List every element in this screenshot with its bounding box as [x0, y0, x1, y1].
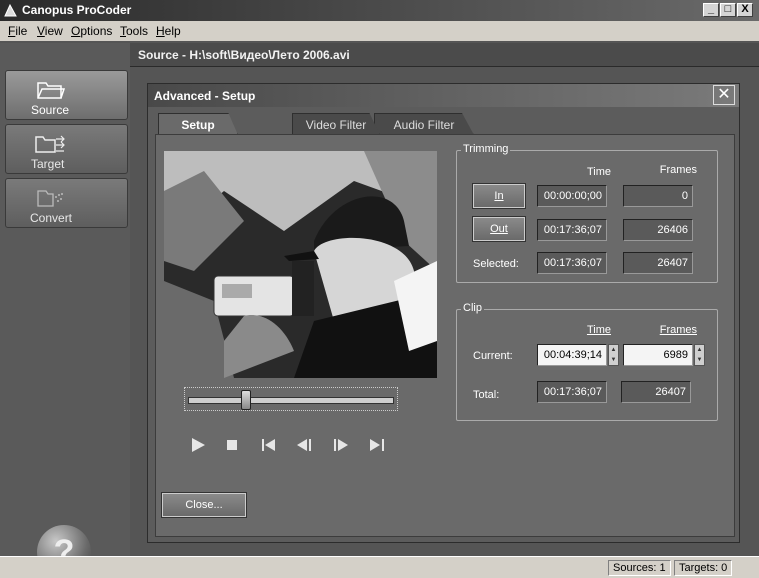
tab-video-filter[interactable]: Video Filter	[292, 113, 380, 135]
clip-frames-header: Frames	[659, 324, 697, 336]
close-window-button[interactable]: X	[737, 3, 753, 17]
in-time-field: 00:00:00;00	[537, 185, 607, 207]
window-title: Canopus ProCoder	[22, 3, 132, 17]
clip-time-header: Time	[586, 324, 611, 336]
sidebar-item-target[interactable]: Target	[5, 124, 128, 174]
tab-setup[interactable]: Setup	[158, 113, 238, 135]
video-frame-image	[164, 151, 437, 378]
out-button[interactable]: Out	[472, 216, 526, 242]
tab-audio-filter[interactable]: Audio Filter	[374, 113, 474, 135]
total-time-field: 00:17:36;07	[537, 381, 607, 403]
sidebar-label-target: Target	[31, 157, 65, 171]
convert-icon	[37, 190, 63, 207]
maximize-button[interactable]: □	[720, 3, 736, 17]
step-back-icon[interactable]	[296, 437, 314, 453]
sidebar-label-convert: Convert	[30, 211, 73, 225]
skip-to-end-icon[interactable]	[368, 437, 386, 453]
current-label: Current:	[473, 350, 513, 362]
current-time-spinner[interactable]: ▲ ▼	[608, 344, 619, 366]
total-frames-field: 26407	[621, 381, 691, 403]
total-label: Total:	[473, 389, 500, 401]
menu-file[interactable]: File	[8, 24, 27, 38]
sidebar-item-source[interactable]: Source	[5, 70, 128, 120]
seek-thumb[interactable]	[240, 390, 251, 410]
folder-icon	[37, 82, 65, 99]
selected-label: Selected:	[473, 258, 519, 270]
sidebar: Source Target Convert ?	[0, 43, 130, 578]
menu-options[interactable]: Options	[71, 24, 112, 38]
trimming-group: Trimming Time Frames In 00:00:00;00 0 Ou…	[456, 143, 718, 283]
close-dialog-button[interactable]: Close...	[161, 492, 247, 518]
trimming-time-header: Time	[586, 166, 611, 178]
app-icon	[4, 4, 17, 17]
sidebar-label-source: Source	[31, 103, 70, 117]
sources-count: Sources: 1	[608, 560, 671, 576]
out-frames-field: 26406	[623, 219, 693, 241]
in-button[interactable]: In	[472, 183, 526, 209]
stop-icon[interactable]	[224, 437, 242, 453]
setup-panel: Trimming Time Frames In 00:00:00;00 0 Ou…	[155, 134, 735, 537]
menu-bar: File View Options Tools Help	[0, 21, 759, 41]
in-frames-field: 0	[623, 185, 693, 207]
source-path-bar: Source - H:\soft\Видео\Лето 2006.avi	[130, 43, 759, 67]
folder-arrows-icon	[35, 135, 65, 153]
dialog-close-button[interactable]: ✕	[713, 85, 735, 105]
minimize-button[interactable]: _	[703, 3, 719, 17]
selected-frames-field: 26407	[623, 252, 693, 274]
clip-title: Clip	[461, 302, 484, 314]
play-icon[interactable]	[189, 437, 207, 453]
advanced-setup-dialog: Advanced - Setup ✕ Audio Filter Video Fi…	[147, 83, 740, 543]
selected-time-field: 00:17:36;07	[537, 252, 607, 274]
current-time-input[interactable]: 00:04:39;14	[537, 344, 607, 366]
trimming-frames-header: Frames	[659, 164, 697, 176]
current-frames-spinner[interactable]: ▲ ▼	[694, 344, 705, 366]
clip-group: Clip Time Frames Current: 00:04:39;14 ▲ ▼…	[456, 302, 718, 421]
current-frames-input[interactable]: 6989	[623, 344, 693, 366]
step-forward-icon[interactable]	[332, 437, 350, 453]
trimming-title: Trimming	[461, 143, 511, 155]
menu-help[interactable]: Help	[156, 24, 181, 38]
video-preview	[164, 151, 437, 378]
status-bar: Sources: 1 Targets: 0	[0, 556, 759, 578]
dialog-title: Advanced - Setup	[148, 84, 739, 107]
title-bar: Canopus ProCoder _ □ X	[0, 0, 759, 21]
seek-track[interactable]	[188, 397, 394, 404]
targets-count: Targets: 0	[674, 560, 733, 576]
seek-slider-frame	[184, 387, 398, 411]
skip-to-start-icon[interactable]	[260, 437, 278, 453]
out-time-field: 00:17:36;07	[537, 219, 607, 241]
sidebar-item-convert[interactable]: Convert	[5, 178, 128, 228]
menu-tools[interactable]: Tools	[120, 24, 148, 38]
menu-view[interactable]: View	[37, 24, 63, 38]
